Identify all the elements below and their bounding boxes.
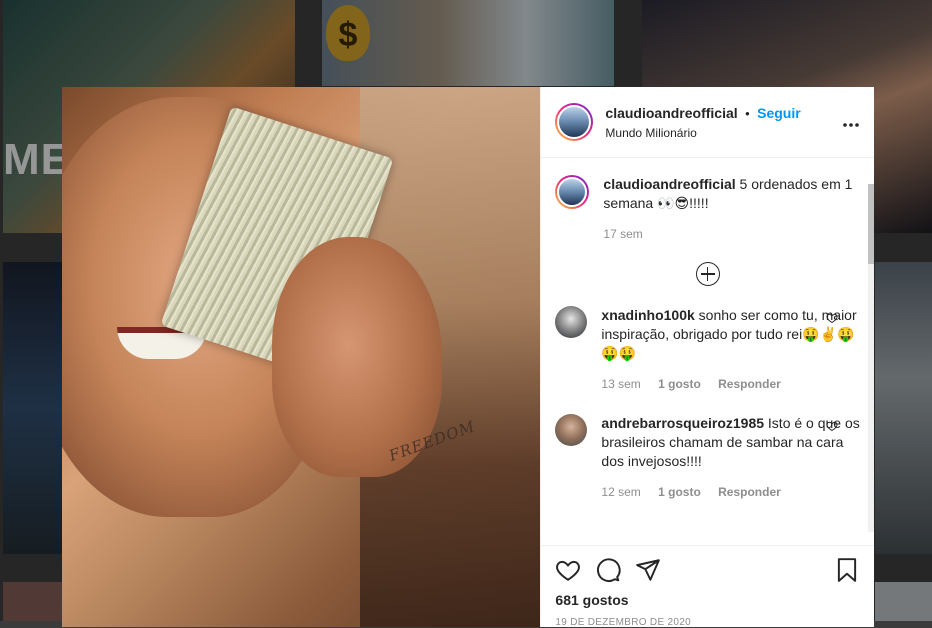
post-actions: 681 gostos 19 DE DEZEMBRO DE 2020 (541, 545, 874, 628)
comment-username[interactable]: andrebarrosqueiroz1985 (601, 415, 764, 431)
commenter-avatar[interactable] (555, 306, 588, 338)
commenter-avatar[interactable] (555, 414, 588, 446)
post-modal: FREEDOM claudioandreofficial • Seguir Mu… (62, 87, 874, 628)
comment-like-heart-icon[interactable] (826, 312, 838, 324)
post-photo[interactable]: FREEDOM (62, 87, 541, 627)
caption-author-avatar[interactable] (555, 175, 590, 209)
comment-time[interactable]: 13 sem (601, 377, 640, 391)
comment-icon[interactable] (595, 557, 622, 583)
comment-like-heart-icon[interactable] (826, 420, 838, 432)
post-date[interactable]: 19 DE DEZEMBRO DE 2020 (555, 617, 860, 628)
caption-username[interactable]: claudioandreofficial (603, 176, 735, 192)
comment-likes[interactable]: 1 gosto (658, 485, 701, 499)
load-more-comments-icon[interactable] (695, 262, 720, 286)
likes-count[interactable]: 681 gostos (555, 592, 860, 608)
comment-username[interactable]: xnadinho100k (601, 307, 694, 323)
separator-dot: • (745, 105, 750, 121)
author-username[interactable]: claudioandreofficial (605, 105, 737, 121)
follow-button[interactable]: Seguir (757, 105, 801, 121)
load-more-comments-button[interactable] (541, 262, 874, 286)
heart-icon[interactable] (555, 557, 581, 583)
share-icon[interactable] (635, 557, 661, 583)
reply-button[interactable]: Responder (718, 377, 781, 391)
comments-section[interactable]: claudioandreofficial 5 ordenados em 1 se… (541, 159, 874, 545)
author-avatar[interactable] (555, 103, 594, 141)
comment-likes[interactable]: 1 gosto (658, 377, 701, 391)
post-header: claudioandreofficial • Seguir Mundo Mili… (541, 87, 874, 158)
comment-item: andrebarrosqueiroz1985 Isto é o que os b… (541, 414, 874, 502)
post-location[interactable]: Mundo Milionário (605, 126, 842, 140)
comment-time[interactable]: 12 sem (601, 485, 640, 499)
bookmark-icon[interactable] (834, 557, 860, 583)
post-caption: claudioandreofficial 5 ordenados em 1 se… (541, 159, 874, 244)
more-options-icon[interactable] (842, 112, 860, 133)
comments-scrollbar-thumb[interactable] (868, 184, 874, 264)
reply-button[interactable]: Responder (718, 485, 781, 499)
post-sidebar: claudioandreofficial • Seguir Mundo Mili… (540, 87, 874, 628)
comment-item: xnadinho100k sonho ser como tu, maior in… (541, 306, 874, 394)
caption-time[interactable]: 17 sem (603, 227, 642, 241)
